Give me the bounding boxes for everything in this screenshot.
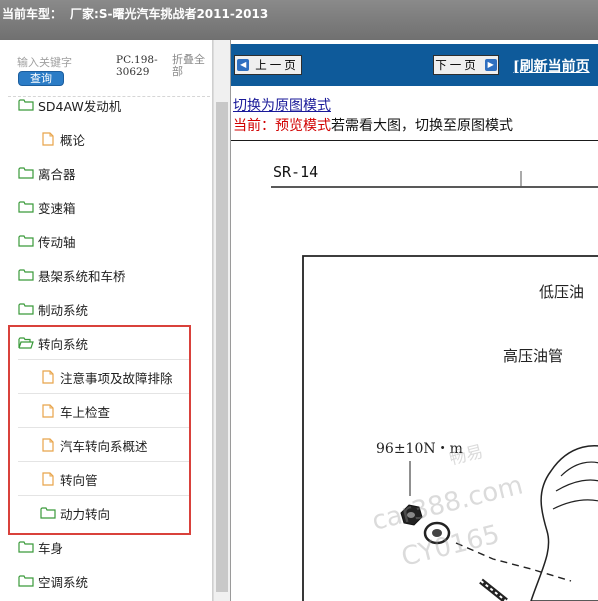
- page-nav-bar: ◀ 上一页 下一页 ▶ [刷新当前页: [231, 44, 598, 86]
- tree-item-on-vehicle-inspection[interactable]: 车上检查: [0, 394, 211, 428]
- tree-item-brake-system[interactable]: 制动系统: [0, 292, 211, 326]
- tree-item-label: 传动轴: [38, 234, 76, 250]
- folder-icon: [18, 540, 34, 554]
- mode-status: 当前：预览模式若需看大图，切换至原图模式: [233, 115, 513, 135]
- arrow-right-icon: ▶: [484, 59, 497, 71]
- low-pressure-label: 低压油: [539, 283, 584, 301]
- tree-item-overview[interactable]: 概论: [0, 122, 211, 156]
- tree-item-air-conditioning[interactable]: 空调系统: [0, 564, 211, 598]
- refresh-current-page-link[interactable]: [刷新当前页: [513, 56, 590, 76]
- diagram-section-label: SR-14: [273, 163, 318, 181]
- tree-item-label: 变速箱: [38, 200, 76, 216]
- tree-item-label: 制动系统: [38, 302, 89, 318]
- tree-item-body[interactable]: 车身: [0, 530, 211, 564]
- tree-item-gearbox[interactable]: 变速箱: [0, 190, 211, 224]
- tree-item-label: 车身: [38, 540, 64, 556]
- collapse-all-link[interactable]: 折叠全部: [172, 54, 210, 78]
- tree-item-suspension-axle[interactable]: 悬架系统和车桥: [0, 258, 211, 292]
- content-panel: ◀ 上一页 下一页 ▶ [刷新当前页 切换为原图模式 当前：预览模式若需看大图，…: [230, 40, 598, 601]
- search-button[interactable]: 查询: [18, 71, 64, 86]
- steering-diagram: SR-14 低压油 高压油管 96±10N・m 畅易 car388.com CY: [271, 163, 598, 601]
- tree-item-label: 汽车转向系概述: [60, 438, 148, 454]
- model-prefix-label: 当前车型：: [2, 7, 63, 21]
- window-title-bar: 当前车型： 厂家:S-曙光汽车挑战者2011-2013: [0, 0, 598, 40]
- current-mode-label: 当前：预览模式: [233, 118, 331, 134]
- tree-item-label: 注意事项及故障排除: [60, 370, 173, 386]
- watermark-text-code: CY0165: [399, 519, 503, 572]
- pump-housing: [530, 444, 598, 601]
- tree-item-driveshaft[interactable]: 传动轴: [0, 224, 211, 258]
- tree-item-label: 概论: [60, 132, 86, 148]
- switch-to-original-link[interactable]: 切换为原图模式: [233, 95, 331, 115]
- document-icon: [40, 404, 56, 418]
- document-icon: [40, 438, 56, 452]
- document-icon: [40, 370, 56, 384]
- next-page-label: 下一页: [435, 58, 479, 72]
- tree-item-steering-overview[interactable]: 汽车转向系概述: [0, 428, 211, 462]
- tree-scrollbar[interactable]: [213, 40, 230, 601]
- tree-item-label: 离合器: [38, 166, 76, 182]
- tree-item-label: 车上检查: [60, 404, 111, 420]
- folder-icon: [18, 574, 34, 588]
- tree-item-label: 空调系统: [38, 574, 89, 590]
- tree-item-label: 悬架系统和车桥: [38, 268, 126, 284]
- tree-item-clutch[interactable]: 离合器: [0, 156, 211, 190]
- hose-part: [479, 578, 508, 601]
- category-tree: SD4AW发动机 概论 离合器 变速箱 传动轴 悬架系统和车桥 制动系统 转向系…: [0, 88, 211, 598]
- document-icon: [40, 132, 56, 146]
- tree-item-steering-system[interactable]: 转向系统: [0, 326, 211, 360]
- folder-icon: [40, 506, 56, 520]
- part-code-label: PC.198-30629: [116, 54, 158, 78]
- folder-icon: [18, 268, 34, 282]
- previous-page-label: 上一页: [255, 58, 299, 72]
- tree-item-label: 动力转向: [60, 506, 111, 522]
- previous-page-button[interactable]: ◀ 上一页: [234, 55, 302, 75]
- high-pressure-pipe-label: 高压油管: [503, 347, 563, 365]
- folder-icon: [18, 200, 34, 214]
- folder-open-icon: [18, 336, 34, 350]
- mode-hint-label: 若需看大图，切换至原图模式: [331, 118, 513, 134]
- next-page-button[interactable]: 下一页 ▶: [433, 55, 499, 75]
- tree-item-label: SD4AW发动机: [38, 98, 122, 114]
- document-icon: [40, 472, 56, 486]
- folder-icon: [18, 234, 34, 248]
- tree-item-label: 转向管: [60, 472, 98, 488]
- folder-icon: [18, 98, 34, 112]
- keyword-search-input[interactable]: [17, 55, 111, 69]
- tree-item-label: 转向系统: [38, 336, 89, 352]
- tree-item-steering-column[interactable]: 转向管: [0, 462, 211, 496]
- left-tree-panel: 查询 PC.198-30629 折叠全部 SD4AW发动机 概论 离合器 变速箱…: [0, 40, 213, 601]
- tree-item-precautions-troubleshooting[interactable]: 注意事项及故障排除: [0, 360, 211, 394]
- folder-icon: [18, 166, 34, 180]
- folder-icon: [18, 302, 34, 316]
- scrollbar-thumb[interactable]: [216, 102, 228, 592]
- arrow-left-icon: ◀: [237, 59, 250, 71]
- tree-item-sd4aw-engine[interactable]: SD4AW发动机: [0, 88, 211, 122]
- tree-item-power-steering[interactable]: 动力转向: [0, 496, 211, 530]
- model-name-label: 厂家:S-曙光汽车挑战者2011-2013: [70, 7, 269, 21]
